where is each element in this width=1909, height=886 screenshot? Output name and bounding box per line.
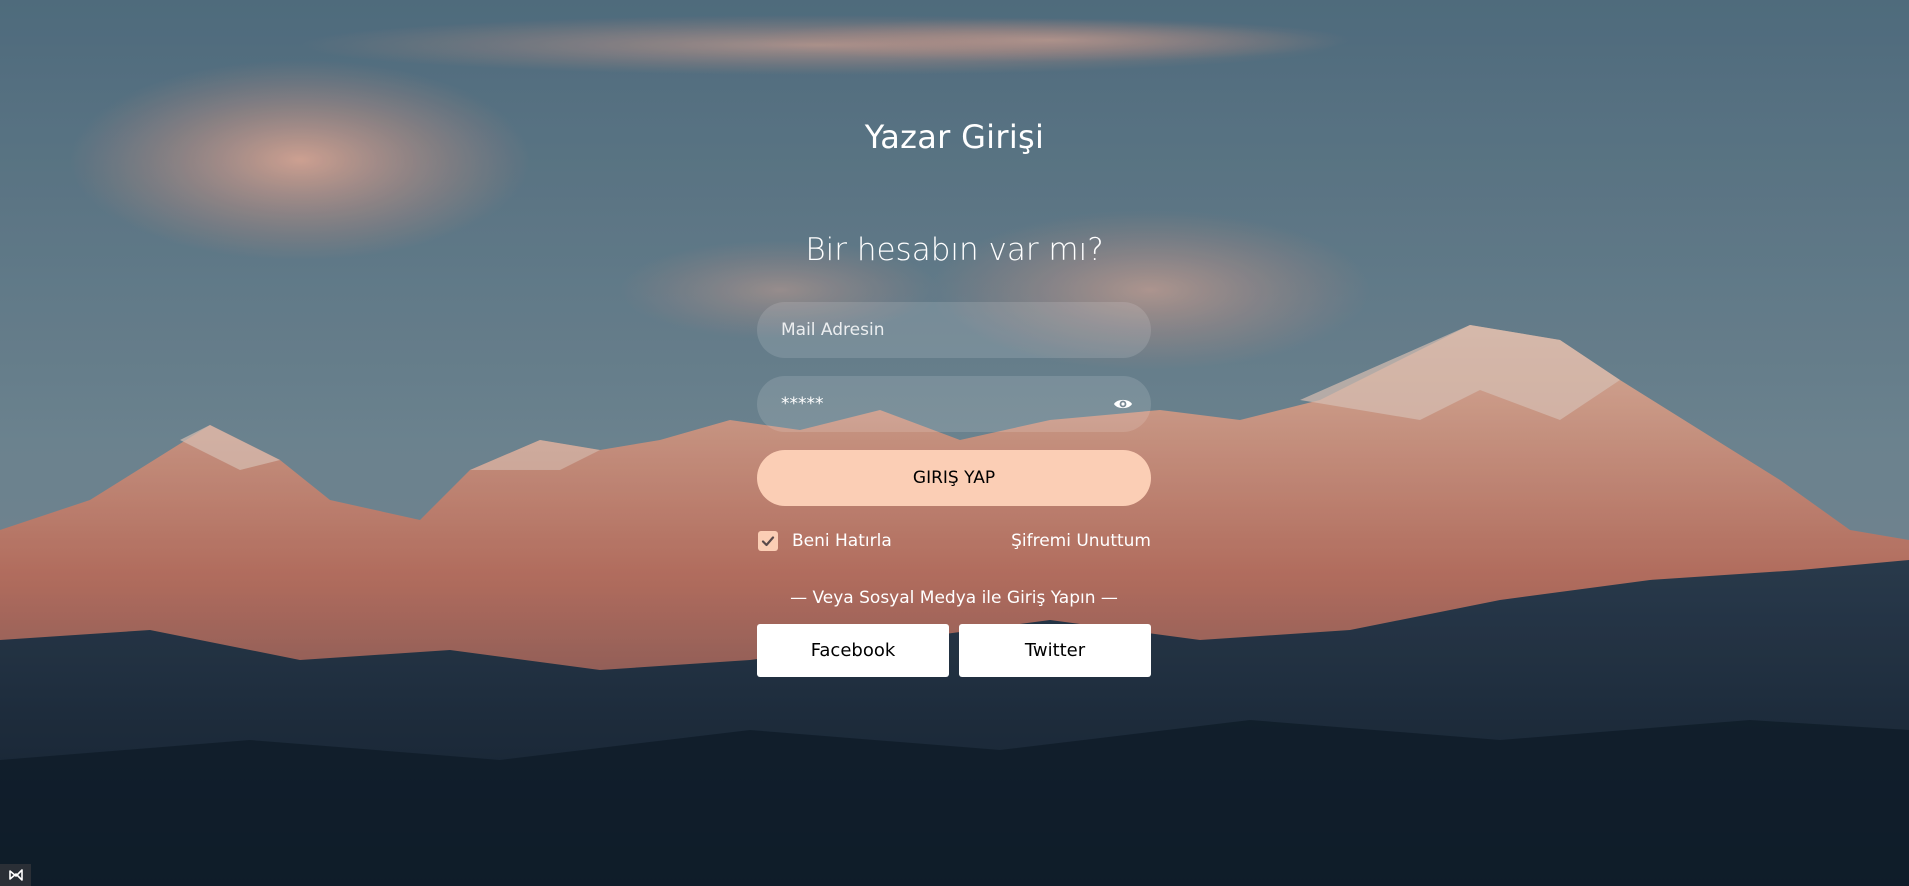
email-field-wrapper [757, 302, 1151, 358]
forgot-password-link[interactable]: Şifremi Unuttum [1011, 531, 1151, 551]
eye-icon[interactable] [1113, 394, 1133, 414]
page-subtitle: Bir hesabın var mı? [805, 232, 1104, 268]
remember-me[interactable]: Beni Hatırla [757, 531, 892, 551]
facebook-button[interactable]: Facebook [757, 624, 949, 677]
remember-forgot-row: Beni Hatırla Şifremi Unuttum [757, 528, 1151, 554]
remember-label: Beni Hatırla [792, 531, 892, 551]
page-title: Yazar Girişi [864, 118, 1045, 156]
social-divider: — Veya Sosyal Medya ile Giriş Yapın — [790, 588, 1118, 608]
password-input[interactable] [757, 376, 1151, 432]
login-form: GIRIŞ YAP Beni Hatırla Şifremi Unuttum —… [757, 302, 1151, 677]
login-button[interactable]: GIRIŞ YAP [757, 450, 1151, 506]
login-page: Yazar Girişi Bir hesabın var mı? GIRIŞ Y… [0, 0, 1909, 886]
password-field-wrapper [757, 376, 1151, 432]
social-buttons: Facebook Twitter [757, 624, 1151, 677]
remember-checkbox[interactable] [758, 531, 778, 551]
email-input[interactable] [757, 302, 1151, 358]
twitter-button[interactable]: Twitter [959, 624, 1151, 677]
check-icon [761, 536, 775, 547]
vscode-icon[interactable] [0, 864, 31, 886]
